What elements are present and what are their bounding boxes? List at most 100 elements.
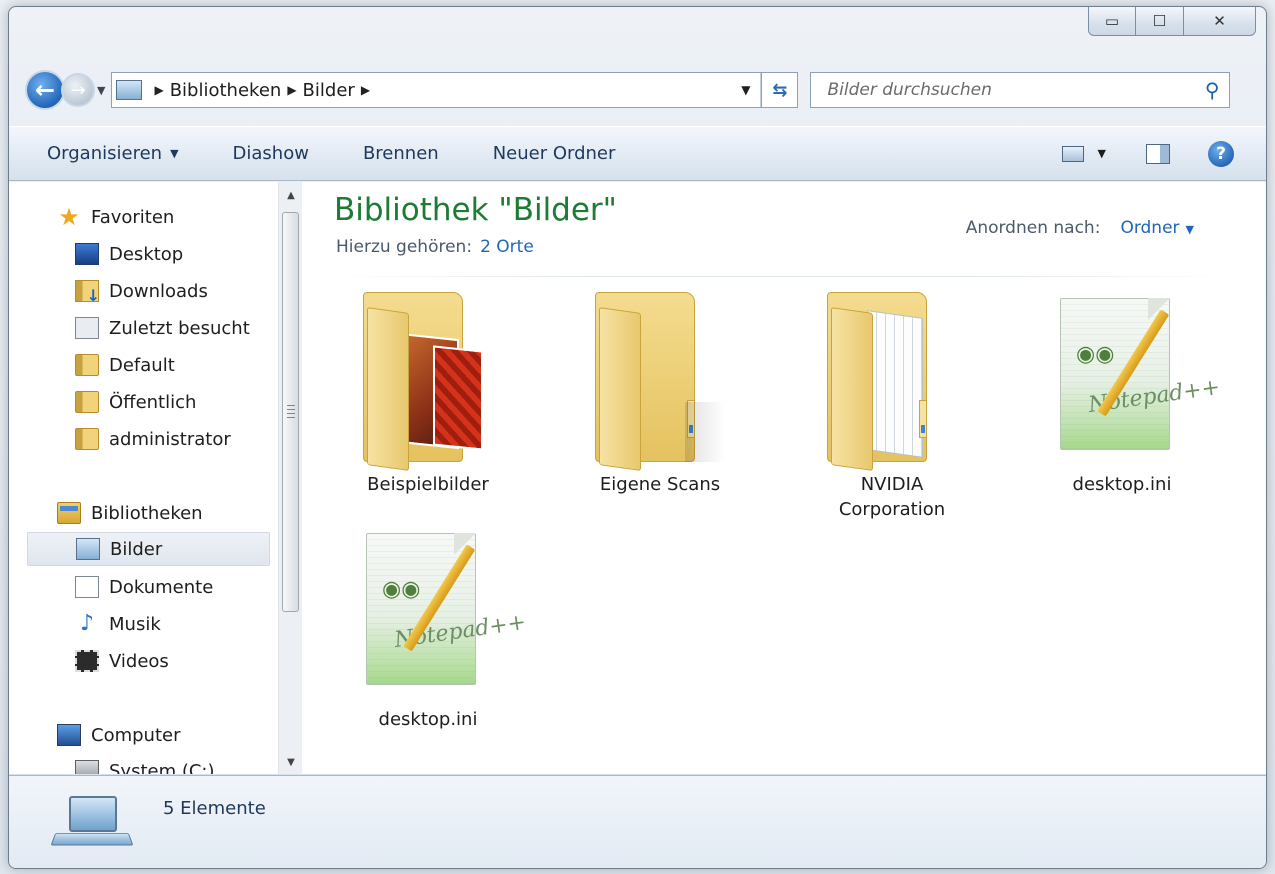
nav-label: Bibliotheken <box>91 502 203 524</box>
documents-folder-icon <box>827 292 957 471</box>
file-name: desktop.ini <box>1072 474 1172 495</box>
organize-label: Organisieren <box>47 143 163 164</box>
downloads-folder-icon <box>75 280 100 305</box>
nav-label: Bilder <box>110 538 163 560</box>
address-history-dropdown[interactable]: ▼ <box>731 73 762 107</box>
nav-item-default[interactable]: Default <box>75 348 175 382</box>
nav-label: Downloads <box>109 280 208 302</box>
drive-icon <box>75 760 99 774</box>
nav-item-system-drive[interactable]: System (C:) <box>75 754 215 774</box>
file-name: desktop.ini <box>378 709 478 730</box>
nav-item-public[interactable]: Öffentlich <box>75 385 196 419</box>
file-name: Beispielbilder <box>367 474 489 495</box>
desktop-icon <box>75 243 99 265</box>
nav-label: Computer <box>91 724 181 746</box>
search-input[interactable] <box>825 79 1205 101</box>
arrange-by: Anordnen nach: Ordner ▼ <box>966 218 1194 238</box>
folder-icon <box>595 292 725 471</box>
help-icon[interactable]: ? <box>1208 140 1234 167</box>
nav-item-administrator[interactable]: administrator <box>75 422 231 456</box>
divider <box>332 276 1230 277</box>
nav-item-documents[interactable]: Dokumente <box>75 570 213 604</box>
file-item[interactable]: Eigene Scans <box>570 292 750 497</box>
nav-favorites[interactable]: ★ Favoriten <box>57 200 174 234</box>
change-view-icon[interactable] <box>1061 145 1084 162</box>
caption-buttons: ▭ ☐ ✕ <box>1088 7 1256 36</box>
file-item[interactable]: ◉◉ Notepad++ desktop.ini <box>338 527 528 732</box>
nav-item-downloads[interactable]: Downloads <box>75 274 208 308</box>
back-arrow-icon: ← <box>34 76 56 104</box>
nav-label: Videos <box>109 650 169 672</box>
library-title: Bibliothek "Bilder" <box>334 192 617 228</box>
refresh-button[interactable]: ⇆ <box>762 72 799 108</box>
breadcrumb-pictures[interactable]: Bilder <box>303 80 355 101</box>
includes-locations-link[interactable]: 2 Orte <box>480 237 534 257</box>
burn-button[interactable]: Brennen <box>363 143 439 164</box>
forward-button[interactable]: → <box>61 73 95 107</box>
nav-label: Musik <box>109 613 161 635</box>
notepad-plus-plus-file-icon: ◉◉ Notepad++ <box>348 527 528 699</box>
chevron-down-icon: ▼ <box>170 147 179 160</box>
refresh-icon: ⇆ <box>772 79 788 101</box>
arrange-by-dropdown[interactable]: Ordner <box>1120 218 1179 238</box>
breadcrumb-separator-icon[interactable]: ▶ <box>154 83 163 97</box>
slideshow-label: Diashow <box>232 143 309 164</box>
command-bar: Organisieren ▼ Diashow Brennen Neuer Ord… <box>9 126 1266 181</box>
navigation-pane: ★ Favoriten Desktop Downloads Zuletzt be… <box>9 182 301 774</box>
computer-icon <box>57 724 81 746</box>
item-count: 5 Elemente <box>163 798 266 819</box>
nav-label: Favoriten <box>91 206 175 228</box>
nav-computer[interactable]: Computer <box>57 718 180 752</box>
star-icon: ★ <box>58 203 80 231</box>
view-options-dropdown[interactable]: ▼ <box>1098 147 1106 160</box>
file-name: NVIDIA Corporation <box>838 474 946 520</box>
scroll-thumb[interactable] <box>282 212 299 612</box>
breadcrumb-separator-icon[interactable]: ▶ <box>361 83 370 97</box>
minimize-icon: ▭ <box>1104 12 1120 30</box>
documents-icon <box>75 576 99 598</box>
burn-label: Brennen <box>362 143 439 164</box>
library-includes: Hierzu gehören: 2 Orte <box>336 237 534 257</box>
file-item[interactable]: ◉◉ Notepad++ desktop.ini <box>1032 292 1222 497</box>
grip-icon <box>287 405 295 419</box>
maximize-button[interactable]: ☐ <box>1136 7 1184 36</box>
scroll-up-icon[interactable]: ▲ <box>279 190 303 201</box>
close-button[interactable]: ✕ <box>1184 7 1256 36</box>
organize-button[interactable]: Organisieren ▼ <box>47 143 179 164</box>
new-folder-label: Neuer Ordner <box>492 143 616 164</box>
laptop-icon <box>50 796 134 848</box>
breadcrumb-separator-icon[interactable]: ▶ <box>287 83 296 97</box>
nav-item-desktop[interactable]: Desktop <box>75 237 183 271</box>
slideshow-button[interactable]: Diashow <box>233 143 309 164</box>
search-icon[interactable]: ⚲ <box>1205 78 1220 102</box>
includes-label: Hierzu gehören: <box>336 237 473 257</box>
notepad-plus-plus-file-icon: ◉◉ Notepad++ <box>1042 292 1222 464</box>
breadcrumb-libraries[interactable]: Bibliotheken <box>170 80 282 101</box>
nav-label: Default <box>109 354 175 376</box>
nav-item-recent[interactable]: Zuletzt besucht <box>75 311 250 345</box>
minimize-button[interactable]: ▭ <box>1088 7 1136 36</box>
folder-icon <box>75 354 99 376</box>
scroll-down-icon[interactable]: ▼ <box>279 757 303 768</box>
file-item[interactable]: Beispielbilder <box>338 292 518 497</box>
new-folder-button[interactable]: Neuer Ordner <box>493 143 616 164</box>
preview-pane-icon[interactable] <box>1146 143 1170 164</box>
explorer-window: ▭ ☐ ✕ ← → ▼ ▶ Bibliotheken ▶ Bilder ▶ ▼ … <box>8 6 1267 869</box>
back-button[interactable]: ← <box>25 70 65 110</box>
toolbar-right: ▼ ? <box>1061 140 1266 167</box>
address-row: ← → ▼ ▶ Bibliotheken ▶ Bilder ▶ ▼ ⇆ ⚲ <box>25 69 1252 111</box>
close-icon: ✕ <box>1213 12 1226 30</box>
search-box[interactable]: ⚲ <box>810 72 1231 108</box>
file-item[interactable]: NVIDIA Corporation <box>802 292 982 522</box>
recent-pages-dropdown[interactable]: ▼ <box>97 84 105 97</box>
nav-label: Desktop <box>109 243 184 265</box>
nav-item-music[interactable]: ♪ Musik <box>75 607 161 641</box>
nav-label: administrator <box>109 428 231 450</box>
nav-item-videos[interactable]: Videos <box>75 644 169 678</box>
nav-libraries[interactable]: Bibliotheken <box>57 496 203 530</box>
chevron-down-icon[interactable]: ▼ <box>1186 223 1194 236</box>
music-note-icon: ♪ <box>79 611 95 636</box>
nav-item-pictures[interactable]: Bilder <box>27 532 270 566</box>
nav-scrollbar[interactable]: ▲ ▼ <box>278 182 302 774</box>
address-bar[interactable]: ▶ Bibliotheken ▶ Bilder ▶ ▼ <box>111 72 763 108</box>
